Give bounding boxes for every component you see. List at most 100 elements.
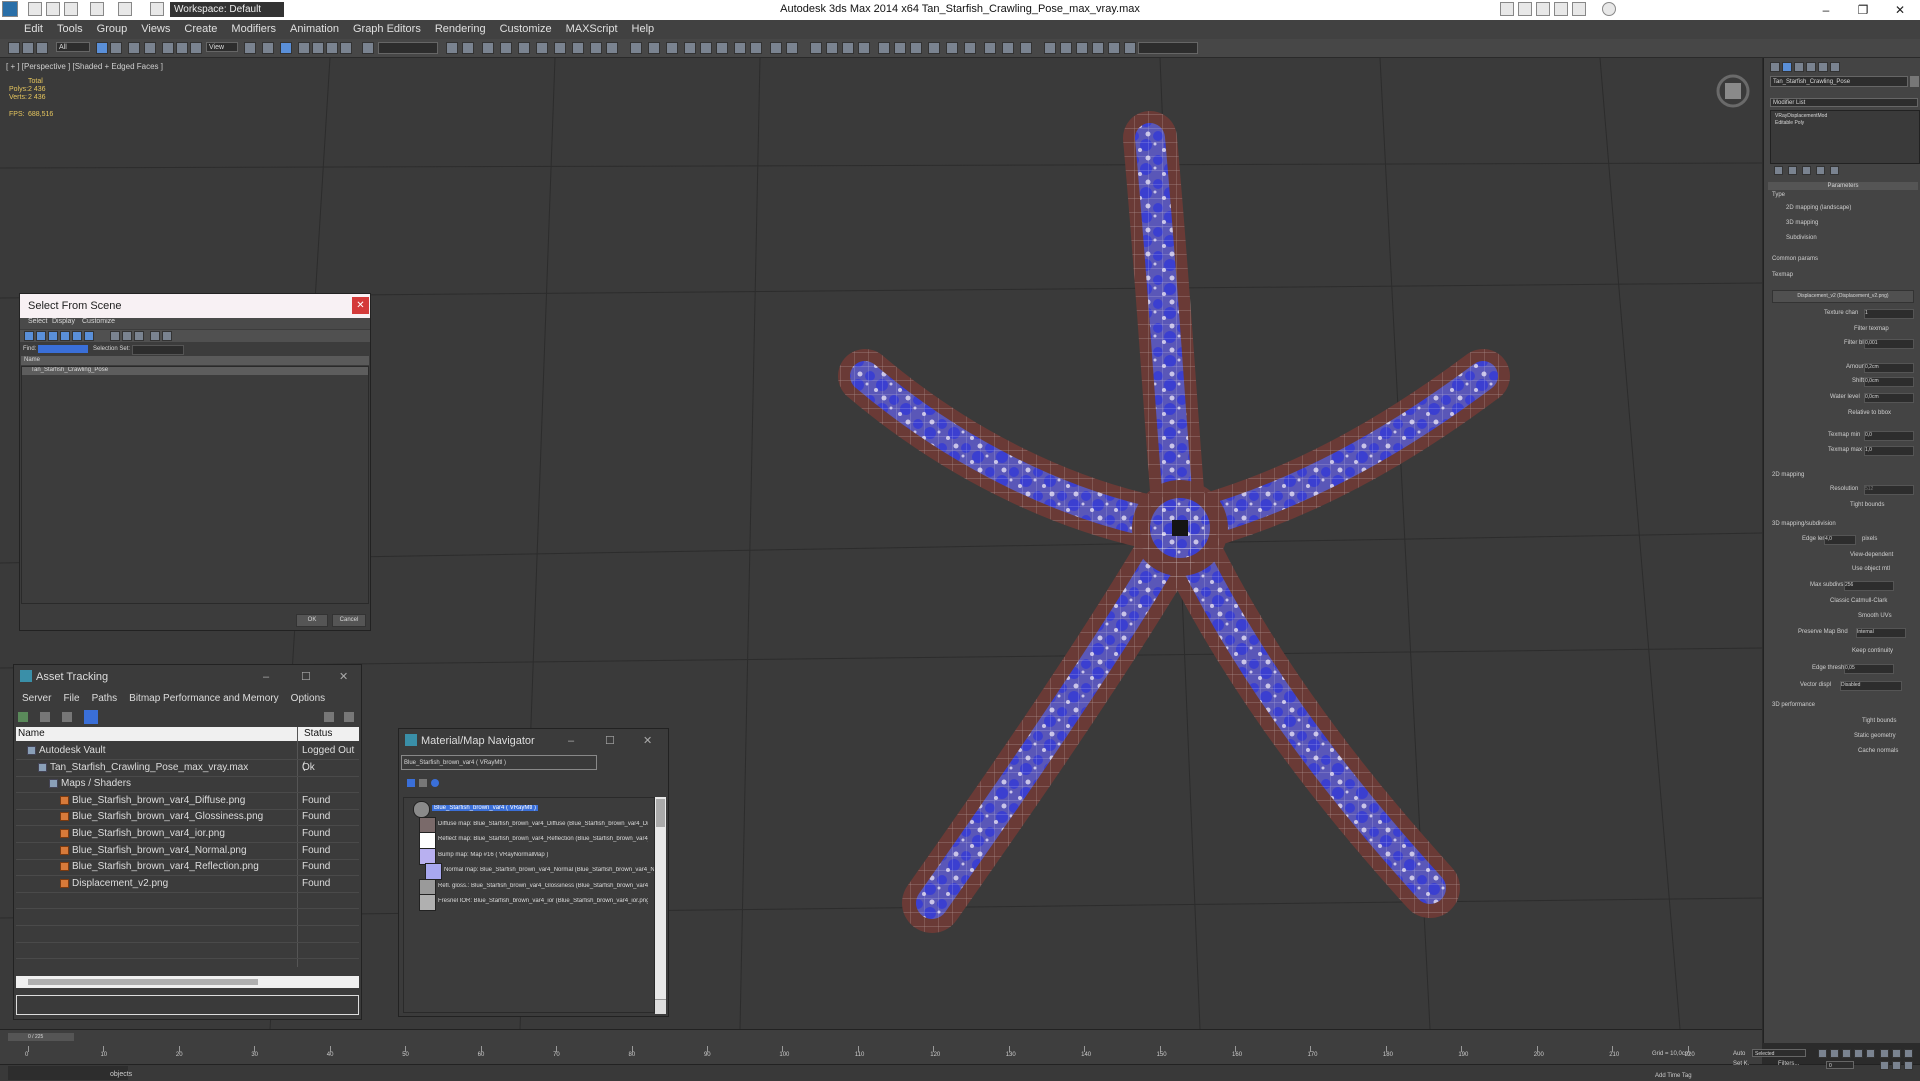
sun-icon[interactable] [770, 42, 782, 54]
menu-customize[interactable]: Customize [493, 20, 559, 39]
search-icon[interactable] [1500, 2, 1514, 16]
named-selection-set-dropdown[interactable] [378, 42, 438, 54]
move-icon[interactable] [162, 42, 174, 54]
menu-help[interactable]: Help [625, 20, 662, 39]
snaps-toggle-icon[interactable] [298, 42, 310, 54]
object-name-field[interactable]: Tan_Starfish_Crawling_Pose [1770, 76, 1908, 87]
map-item[interactable]: Reflect map: Blue_Starfish_brown_var4_Re… [438, 836, 648, 842]
cache-normals-checkbox[interactable]: Cache normals [1858, 748, 1898, 754]
sort-icon[interactable] [150, 331, 160, 341]
menu-rendering[interactable]: Rendering [428, 20, 493, 39]
edge-thresh-input[interactable]: 0,05 [1844, 664, 1894, 674]
display-spacewarps-icon[interactable] [84, 331, 94, 341]
table-row[interactable]: Blue_Starfish_brown_var4_Diffuse.png Foun… [16, 793, 359, 810]
key-icon[interactable] [1554, 2, 1568, 16]
minimize-button[interactable]: – [1811, 2, 1841, 18]
settings-icon[interactable] [344, 712, 354, 722]
parameters-rollout-header[interactable]: Parameters [1768, 182, 1918, 190]
scroll-down-button[interactable] [655, 999, 666, 1014]
menu-views[interactable]: Views [134, 20, 177, 39]
filter-blur-input[interactable]: 0,001 [1864, 339, 1914, 349]
create-tab-icon[interactable] [1770, 62, 1780, 72]
water-level-input[interactable]: 0,0cm [1864, 393, 1914, 403]
menu-animation[interactable]: Animation [283, 20, 346, 39]
unlink-icon[interactable] [22, 42, 34, 54]
make-unique-icon[interactable] [1802, 166, 1811, 175]
texmap-max-input[interactable]: 1,0 [1864, 446, 1914, 456]
align-icon[interactable] [462, 42, 474, 54]
table-row[interactable] [16, 942, 359, 960]
radio-subdivision[interactable]: Subdivision [1786, 235, 1817, 241]
texmap-min-input[interactable]: 0,0 [1864, 431, 1914, 441]
render-production-icon[interactable] [606, 42, 618, 54]
close-button[interactable]: ✕ [1885, 2, 1915, 18]
select-invert-icon[interactable] [134, 331, 144, 341]
go-to-end-icon[interactable] [1866, 1049, 1875, 1058]
vray-plane-icon[interactable] [750, 42, 762, 54]
ok-button[interactable]: OK [296, 614, 328, 627]
menu-tools[interactable]: Tools [50, 20, 90, 39]
rotate-icon[interactable] [176, 42, 188, 54]
maximize-button[interactable]: ☐ [605, 729, 615, 753]
preserve-map-bnd-dropdown[interactable]: Internal [1856, 628, 1906, 638]
texture-chan-input[interactable]: 1 [1864, 309, 1914, 319]
vray-lens-icon[interactable] [984, 42, 996, 54]
horizontal-scrollbar[interactable] [16, 976, 359, 988]
smooth-uvs-checkbox[interactable]: Smooth UVs [1858, 613, 1892, 619]
view-dependent-checkbox[interactable]: View-dependent [1850, 552, 1893, 558]
column-header-name[interactable]: Name [21, 356, 369, 365]
schematic-view-icon[interactable] [536, 42, 548, 54]
keep-continuity-checkbox[interactable]: Keep continuity [1852, 648, 1893, 654]
table-row[interactable] [16, 926, 359, 943]
menu-customize[interactable]: Customize [82, 318, 115, 325]
utilities-tab-icon[interactable] [1830, 62, 1840, 72]
close-button[interactable]: ✕ [643, 729, 652, 753]
display-shapes-icon[interactable] [36, 331, 46, 341]
object-color-swatch[interactable] [1910, 76, 1919, 87]
checkout-icon[interactable] [40, 712, 50, 722]
tight-bounds-perf-checkbox[interactable]: Tight bounds [1862, 718, 1896, 724]
current-frame-input[interactable]: 0 [1826, 1061, 1854, 1069]
percent-snap-icon[interactable] [326, 42, 338, 54]
vray-fur-icon[interactable] [734, 42, 746, 54]
radio-3d-mapping[interactable]: 3D mapping [1786, 220, 1818, 226]
list-view-icon[interactable] [84, 710, 98, 724]
vector-displ-dropdown[interactable]: Disabled [1840, 681, 1902, 691]
modifier-stack-item-editable-poly[interactable]: Editable Poly [1775, 120, 1804, 126]
angle-snap-icon[interactable] [312, 42, 324, 54]
small-icons-icon[interactable] [419, 779, 427, 787]
minimize-button[interactable]: – [568, 729, 574, 753]
menu-create[interactable]: Create [177, 20, 224, 39]
radio-2d-mapping[interactable]: 2D mapping (landscape) [1786, 205, 1851, 211]
edit-named-selection-icon[interactable] [362, 42, 374, 54]
display-cameras-icon[interactable] [60, 331, 70, 341]
menu-select[interactable]: Select [28, 318, 47, 325]
close-button[interactable]: ✕ [339, 665, 348, 689]
select-by-name-icon[interactable] [110, 42, 122, 54]
table-row[interactable] [16, 892, 359, 910]
map-item[interactable]: Diffuse map: Blue_Starfish_brown_var4_Di… [438, 821, 648, 827]
help-icon[interactable] [1602, 2, 1616, 16]
next-frame-icon[interactable] [1854, 1049, 1863, 1058]
vertical-scrollbar[interactable] [655, 797, 666, 1014]
graphite-tools-icon[interactable] [500, 42, 512, 54]
use-object-mtl-checkbox[interactable]: Use object mtl [1852, 566, 1890, 572]
maximize-viewport-icon[interactable] [1904, 1061, 1913, 1070]
keyboard-shortcut-toggle-icon[interactable] [280, 42, 292, 54]
vray-sphere-icon[interactable] [684, 42, 696, 54]
timeline[interactable]: 0 / 225 0 10 20 30 40 50 60 70 80 90 100 110 120 130 1… [0, 1029, 1762, 1065]
menu-options[interactable]: Options [285, 690, 331, 708]
menu-modifiers[interactable]: Modifiers [224, 20, 283, 39]
bind-space-warp-icon[interactable] [36, 42, 48, 54]
menu-maxscript[interactable]: MAXScript [559, 20, 625, 39]
xref-icon[interactable] [1060, 42, 1072, 54]
menu-group[interactable]: Group [90, 20, 135, 39]
table-row[interactable]: Displacement_v2.png Found [16, 876, 359, 893]
tools-icon[interactable] [1536, 2, 1550, 16]
window-crossing-icon[interactable] [144, 42, 156, 54]
table-row[interactable] [16, 909, 359, 926]
current-material-field[interactable]: Blue_Starfish_brown_var4 ( VRayMtl ) [401, 755, 597, 770]
go-to-start-icon[interactable] [1818, 1049, 1827, 1058]
reference-coordinate-dropdown[interactable]: View [206, 42, 238, 52]
minimize-button[interactable]: – [263, 665, 269, 689]
